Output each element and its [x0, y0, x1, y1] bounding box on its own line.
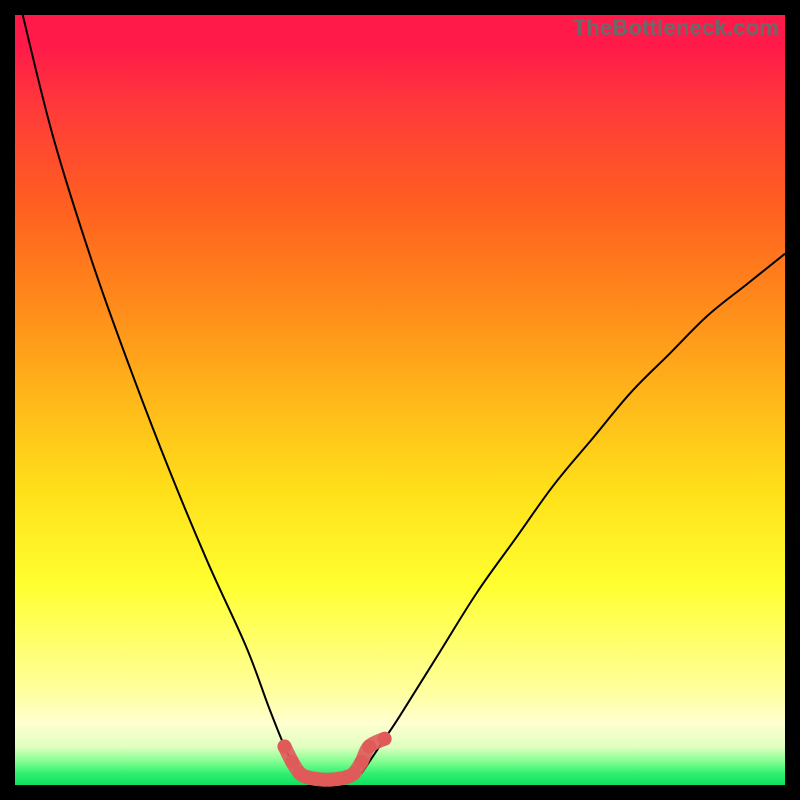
highlight-bead — [362, 740, 376, 754]
chart-frame: TheBottleneck.com — [0, 0, 800, 800]
series-right-curve — [362, 254, 786, 774]
highlight-bead — [378, 732, 392, 746]
highlight-bead — [355, 755, 369, 769]
series-left-curve — [23, 15, 300, 773]
plot-area: TheBottleneck.com — [15, 15, 785, 785]
chart-svg — [15, 15, 785, 785]
highlight-bead — [347, 766, 361, 780]
highlight-bead — [278, 740, 292, 754]
watermark-text: TheBottleneck.com — [573, 15, 779, 41]
highlight-bead — [285, 755, 299, 769]
